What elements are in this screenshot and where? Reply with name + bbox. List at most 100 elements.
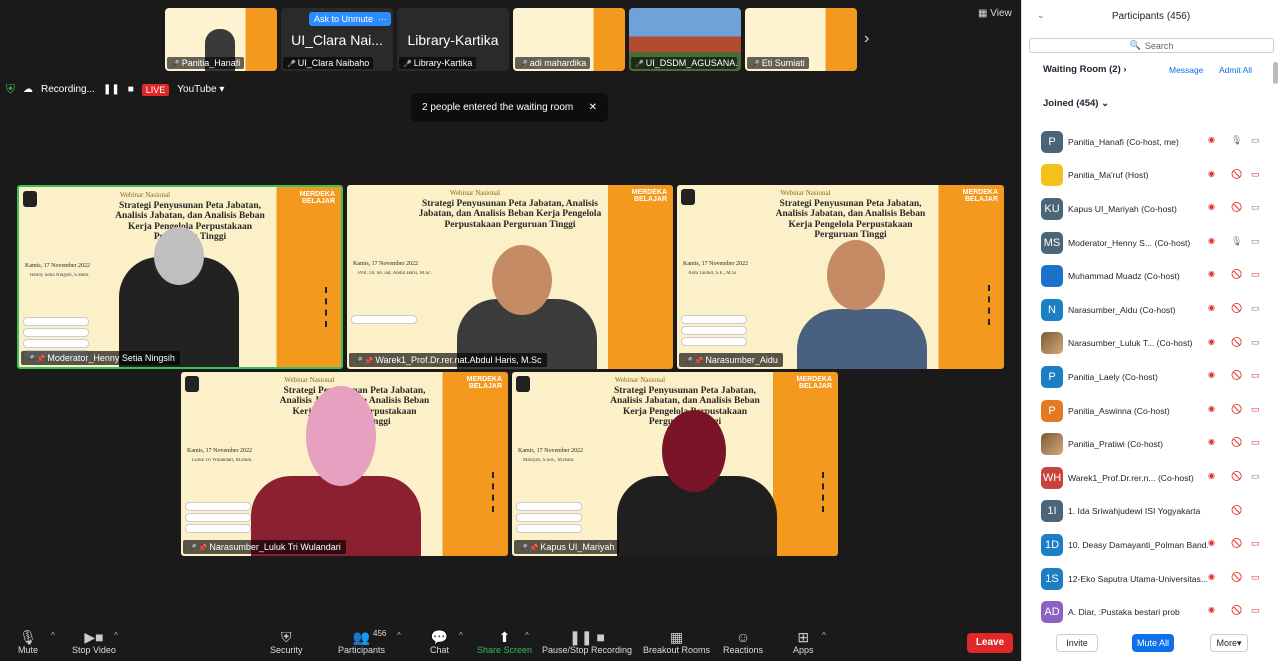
chevron-up-icon[interactable]: ^ [822, 631, 826, 640]
leave-button[interactable]: Leave [967, 633, 1013, 653]
participant-row[interactable]: N Narasumber_Aidu (Co-host) ◉ 🚫 ▭ [1041, 293, 1271, 327]
view-button[interactable]: ▦ View [978, 8, 1012, 19]
video-off-icon[interactable]: ▭ [1251, 605, 1260, 616]
video-camera-icon[interactable]: ▭ [1251, 236, 1260, 247]
video-camera-icon[interactable]: ▭ [1251, 471, 1260, 482]
mic-muted-icon[interactable]: 🚫 [1231, 370, 1242, 381]
participant-name: Narasumber_Aidu (Co-host) [1068, 304, 1176, 315]
stop-icon[interactable]: ■ [128, 84, 134, 95]
more-button[interactable]: More ▾ [1210, 634, 1248, 652]
avatar: P [1041, 399, 1063, 422]
mute-button[interactable]: 🎙 Mute [18, 629, 38, 655]
recording-dot-icon: ◉ [1208, 605, 1215, 615]
tile-name-label: Narasumber_Aidu [679, 353, 783, 367]
breakout-rooms-button[interactable]: ▦ Breakout Rooms [643, 629, 710, 655]
video-tile[interactable]: Webinar Nasional Strategi Penyusunan Pet… [181, 372, 508, 556]
next-page-icon[interactable]: › [864, 30, 869, 48]
participant-row[interactable]: WH Warek1_Prof.Dr.rer.n... (Co-host) ◉ 🚫 ▭ [1041, 461, 1271, 495]
chat-button[interactable]: 💬 Chat [430, 629, 449, 655]
mic-muted-icon[interactable]: 🚫 [1231, 437, 1242, 448]
tile-name-label: Warek1_Prof.Dr.rer.nat.Abdul Haris, M.Sc [349, 353, 547, 367]
invite-button[interactable]: Invite [1056, 634, 1098, 652]
participant-row[interactable]: P Panitia_Laely (Co-host) ◉ 🚫 ▭ [1041, 360, 1271, 394]
video-off-icon[interactable]: ▭ [1251, 538, 1260, 549]
mic-muted-icon[interactable]: 🚫 [1231, 505, 1242, 516]
participant-row[interactable]: 1S 12-Eko Saputra Utama-Universitas... ◉ 🚫 ▭ [1041, 562, 1271, 596]
video-off-icon[interactable]: ▭ [1251, 404, 1260, 415]
mic-muted-icon[interactable]: 🚫 [1231, 538, 1242, 549]
pause-icon[interactable]: ❚❚ [103, 84, 120, 95]
participant-row[interactable]: P Panitia_Hanafi (Co-host, me) ◉ 🎙 ▭ [1041, 125, 1271, 159]
video-tile[interactable]: Webinar Nasional Strategi Penyusunan Pet… [512, 372, 838, 556]
scrollbar[interactable] [1273, 62, 1278, 84]
joined-header[interactable]: Joined (454) ⌄ [1043, 98, 1109, 109]
live-badge: LIVE [141, 83, 170, 96]
thumbnail-tile[interactable]: Library-Kartika Library-Kartika [397, 8, 509, 71]
stop-video-button[interactable]: ▶■ Stop Video [72, 629, 116, 655]
thumbnail-tile[interactable]: Ask to Unmute ··· UI_Clara Nai... UI_Cla… [281, 8, 393, 71]
recording-dot-icon: ◉ [1208, 302, 1215, 312]
video-camera-icon[interactable]: ▭ [1251, 337, 1260, 348]
more-options-button[interactable]: ··· [374, 12, 391, 26]
ask-to-unmute-button[interactable]: Ask to Unmute [309, 12, 379, 26]
participant-row[interactable]: 1D 10. Deasy Damayanti_Polman Band... ◉ 🚫 ▭ [1041, 528, 1271, 562]
participant-row[interactable]: Panitia_Ma'ruf (Host) ◉ 🚫 ▭ [1041, 159, 1271, 193]
video-camera-icon[interactable]: ▭ [1251, 135, 1260, 146]
video-off-icon[interactable]: ▭ [1251, 370, 1260, 381]
waiting-room-header[interactable]: Waiting Room (2) › [1043, 64, 1127, 75]
recording-dot-icon: ◉ [1208, 538, 1215, 548]
close-icon[interactable]: ✕ [589, 102, 597, 113]
participant-row[interactable]: MS Moderator_Henny S... (Co-host) ◉ 🎙 ▭ [1041, 226, 1271, 260]
chevron-up-icon[interactable]: ^ [525, 631, 529, 640]
apps-button[interactable]: ⊞ Apps [793, 629, 814, 655]
chevron-up-icon[interactable]: ^ [114, 631, 118, 640]
mute-all-button[interactable]: Mute All [1132, 634, 1174, 652]
participant-row[interactable]: Muhammad Muadz (Co-host) ◉ 🚫 ▭ [1041, 259, 1271, 293]
slide-speaker: Prof. Dr. rer. nat. Abdul Haris, M.Sc. [358, 271, 432, 276]
mic-muted-icon[interactable]: 🚫 [1231, 605, 1242, 616]
security-button[interactable]: ⛨ Security [270, 629, 303, 655]
mic-muted-icon[interactable]: 🚫 [1231, 303, 1242, 314]
search-input[interactable]: 🔍 Search [1029, 38, 1274, 53]
message-button[interactable]: Message [1169, 65, 1204, 75]
video-camera-icon[interactable]: ▭ [1251, 303, 1260, 314]
reactions-button[interactable]: ☺ Reactions [723, 629, 763, 655]
admit-all-button[interactable]: Admit All [1219, 65, 1252, 75]
video-off-icon[interactable]: ▭ [1251, 572, 1260, 583]
share-screen-button[interactable]: ⬆ Share Screen [477, 629, 532, 655]
thumbnail-tile[interactable]: adi mahardika [513, 8, 625, 71]
thumbnail-tile[interactable]: Eti Sumiati [745, 8, 857, 71]
thumbnail-tile[interactable]: UI_DSDM_AGUSANA... [629, 8, 741, 71]
mic-muted-icon[interactable]: 🚫 [1231, 572, 1242, 583]
recording-dot-icon: ◉ [1208, 336, 1215, 346]
chevron-up-icon[interactable]: ^ [397, 631, 401, 640]
video-tile[interactable]: Webinar Nasional Strategi Penyusunan Pet… [347, 185, 673, 369]
mic-muted-icon[interactable]: 🚫 [1231, 169, 1242, 180]
chevron-up-icon[interactable]: ^ [51, 631, 55, 640]
participant-row[interactable]: P Panitia_Aswinna (Co-host) ◉ 🚫 ▭ [1041, 394, 1271, 428]
youtube-dropdown[interactable]: YouTube ▾ [177, 84, 224, 95]
participant-row[interactable]: AD A. Diar, :Pustaka bestari prob ◉ 🚫 ▭ [1041, 595, 1271, 629]
mic-muted-icon[interactable]: 🚫 [1231, 269, 1242, 280]
participant-row[interactable]: Narasumber_Luluk T... (Co-host) ◉ 🚫 ▭ [1041, 327, 1271, 361]
participant-row[interactable]: KU Kapus UI_Mariyah (Co-host) ◉ 🚫 ▭ [1041, 192, 1271, 226]
participant-row[interactable]: 1I 1. Ida Sriwahjudewi ISI Yogyakarta 🚫 [1041, 495, 1271, 529]
video-tile[interactable]: Webinar Nasional Strategi Penyusunan Pet… [17, 185, 343, 369]
video-tile[interactable]: Webinar Nasional Strategi Penyusunan Pet… [677, 185, 1004, 369]
social-links [351, 315, 417, 326]
video-off-icon[interactable]: ▭ [1251, 269, 1260, 280]
chevron-up-icon[interactable]: ^ [459, 631, 463, 640]
participant-row[interactable]: Panitia_Pratiwi (Co-host) ◉ 🚫 ▭ [1041, 427, 1271, 461]
microphone-icon[interactable]: 🎙 [1231, 236, 1242, 247]
video-off-icon[interactable]: ▭ [1251, 437, 1260, 448]
video-off-icon[interactable]: ▭ [1251, 169, 1260, 180]
thumbnail-tile[interactable]: Panitia_Hanafi [165, 8, 277, 71]
pause-stop-recording-button[interactable]: ❚❚ ■ Pause/Stop Recording [542, 629, 632, 655]
mic-muted-icon[interactable]: 🚫 [1231, 202, 1242, 213]
video-camera-icon[interactable]: ▭ [1251, 202, 1260, 213]
microphone-icon[interactable]: 🎙 [1231, 135, 1242, 146]
mic-muted-icon[interactable]: 🚫 [1231, 471, 1242, 482]
mic-muted-icon[interactable]: 🚫 [1231, 404, 1242, 415]
brand-logo: MERDEKA BELAJAR [774, 376, 834, 396]
mic-muted-icon[interactable]: 🚫 [1231, 337, 1242, 348]
